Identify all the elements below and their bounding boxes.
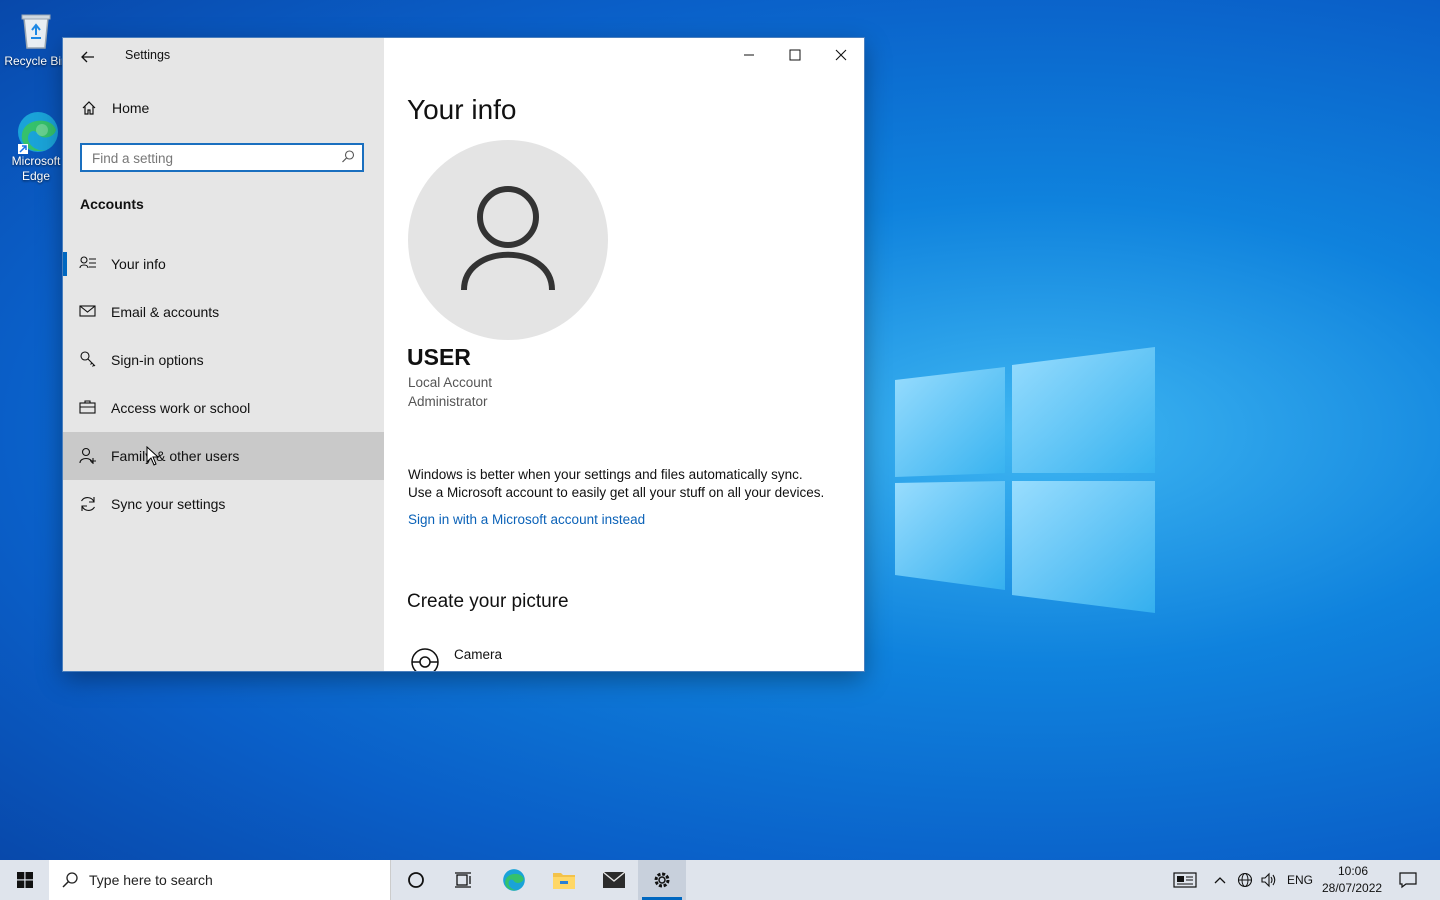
home-icon [82, 101, 96, 115]
user-avatar-icon [461, 186, 555, 291]
maximize-button[interactable] [772, 38, 818, 72]
user-name: USER [407, 344, 471, 370]
avatar[interactable] [408, 140, 608, 340]
create-picture-heading: Create your picture [407, 591, 569, 612]
windows-start-icon [16, 872, 33, 888]
settings-search-box[interactable] [80, 143, 364, 172]
news-icon [1173, 872, 1197, 888]
sidebar-item-label: Sign-in options [111, 352, 204, 368]
sidebar-item-email-accounts[interactable]: Email & accounts [63, 288, 384, 336]
news-widget-button[interactable] [1170, 860, 1200, 900]
recycle-bin-icon [14, 8, 58, 52]
action-center-button[interactable] [1392, 860, 1424, 900]
cortana-icon [408, 872, 424, 888]
taskbar-settings-button[interactable] [638, 860, 686, 900]
sidebar-item-sync-settings[interactable]: Sync your settings [63, 480, 384, 528]
taskbar-mail-button[interactable] [590, 860, 638, 900]
folder-icon [553, 873, 575, 889]
chevron-up-icon [1214, 877, 1226, 884]
desktop-icon-edge[interactable]: Microsoft Edge [1, 108, 71, 184]
settings-search-input[interactable] [90, 145, 334, 172]
window-title: Settings [125, 48, 171, 62]
windows-wallpaper-logo [895, 347, 1155, 613]
settings-window: Settings Home Accounts Your info [63, 38, 864, 671]
network-button[interactable] [1235, 860, 1255, 900]
close-icon [835, 49, 847, 61]
camera-label: Camera [454, 647, 503, 662]
edge-icon [14, 108, 58, 154]
section-heading: Accounts [80, 196, 144, 212]
back-arrow-icon [81, 51, 94, 63]
notification-icon [1399, 872, 1417, 889]
cortana-button[interactable] [392, 860, 440, 900]
desktop-icon-label: Microsoft Edge [11, 154, 61, 183]
desktop-icon-recycle-bin[interactable]: Recycle Bin [1, 8, 71, 69]
settings-content: Your info USER Local Account Administrat… [384, 38, 864, 671]
add-user-icon [79, 447, 96, 464]
minimize-icon [744, 54, 754, 56]
edge-icon [503, 869, 525, 891]
sidebar-item-family-users[interactable]: Family & other users [63, 432, 384, 480]
sync-line-1: Windows is better when your settings and… [408, 467, 803, 482]
sidebar-item-label: Email & accounts [111, 304, 220, 320]
taskbar: Type here to search ENG 10:06 28/07/2022 [0, 860, 1440, 900]
close-button[interactable] [818, 38, 864, 72]
mouse-cursor-icon [146, 446, 160, 466]
account-role: Administrator [408, 394, 488, 409]
volume-button[interactable] [1258, 860, 1280, 900]
key-icon [80, 351, 96, 367]
globe-icon [1237, 872, 1253, 888]
briefcase-icon [79, 400, 96, 414]
page-title: Your info [407, 94, 517, 125]
sidebar-item-label: Sync your settings [111, 496, 226, 512]
camera-option[interactable]: Camera [410, 647, 502, 671]
account-type: Local Account [408, 375, 493, 390]
gear-icon [654, 872, 670, 888]
mail-icon [79, 305, 96, 317]
sidebar-item-label: Family & other users [111, 448, 240, 464]
speaker-icon [1261, 872, 1276, 888]
clock-date[interactable]: 28/07/2022 [1322, 881, 1382, 895]
sync-icon [81, 497, 95, 511]
maximize-icon [789, 49, 801, 61]
search-icon [342, 150, 355, 163]
home-nav-item[interactable]: Home [81, 100, 149, 116]
home-label: Home [112, 100, 150, 116]
taskbar-file-explorer-button[interactable] [540, 860, 588, 900]
sidebar-item-label: Access work or school [111, 400, 251, 416]
start-button[interactable] [0, 860, 49, 900]
minimize-button[interactable] [726, 38, 772, 72]
sidebar-item-work-school[interactable]: Access work or school [63, 384, 384, 432]
input-language[interactable]: ENG [1287, 873, 1313, 887]
sidebar-item-label: Your info [111, 256, 166, 272]
search-icon [62, 872, 78, 888]
mail-icon [602, 871, 626, 888]
back-button[interactable] [77, 46, 99, 68]
camera-icon [411, 648, 439, 671]
microsoft-account-link[interactable]: Sign in with a Microsoft account instead [408, 512, 645, 527]
sidebar-item-sign-in-options[interactable]: Sign-in options [63, 336, 384, 384]
taskbar-search-placeholder: Type here to search [89, 872, 213, 888]
accounts-nav: Your info Email & accounts Sign-in optio… [63, 240, 384, 528]
sync-line-2: Use a Microsoft account to easily get al… [408, 485, 825, 500]
user-info-icon [79, 256, 96, 269]
desktop-icon-label: Recycle Bin [4, 54, 68, 68]
sidebar-item-your-info[interactable]: Your info [63, 240, 384, 288]
taskbar-search-box[interactable]: Type here to search [49, 860, 391, 900]
taskbar-edge-button[interactable] [490, 860, 538, 900]
show-hidden-icons-button[interactable] [1210, 860, 1230, 900]
sync-description: Windows is better when your settings and… [408, 466, 858, 502]
settings-sidebar: Settings Home Accounts Your info [63, 38, 384, 671]
clock-time[interactable]: 10:06 [1338, 864, 1368, 878]
task-view-button[interactable] [440, 860, 488, 900]
task-view-icon [455, 872, 471, 888]
